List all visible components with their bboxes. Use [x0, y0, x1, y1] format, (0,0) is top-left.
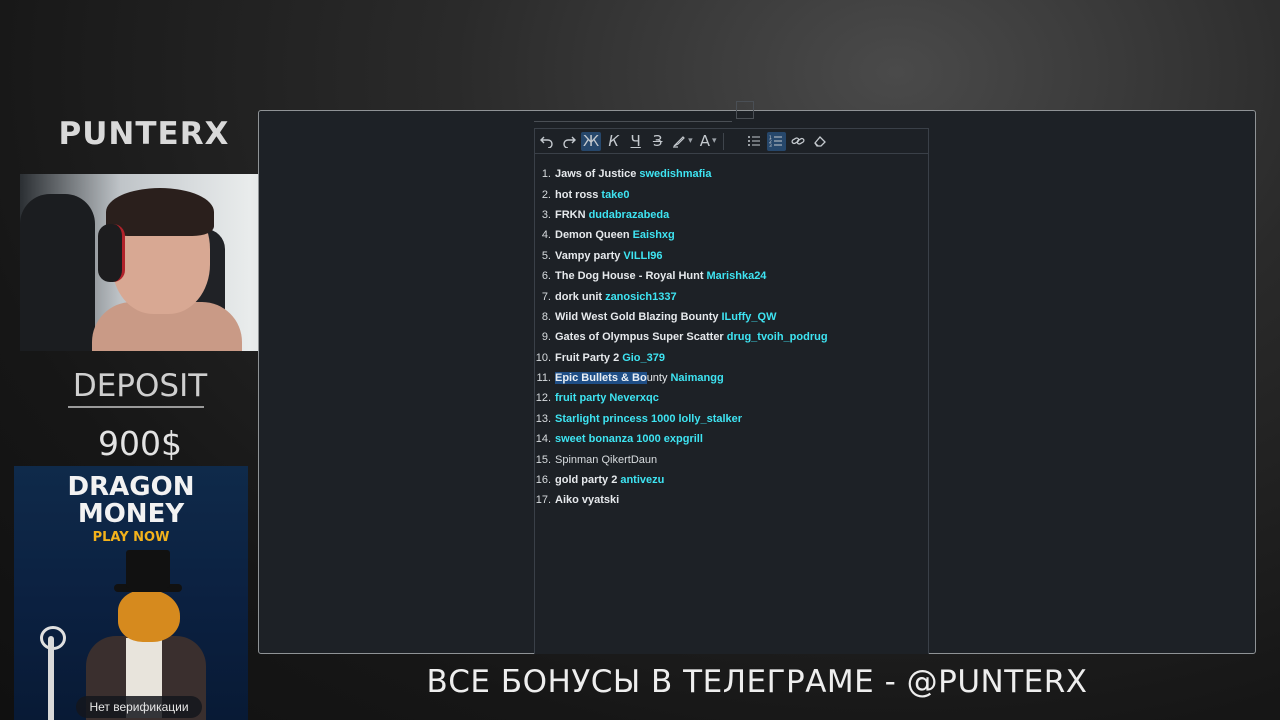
rich-text-editor[interactable]: Ж К Ч З ▾ A ▾ 123 1. Jaws of Justice swedi…: [534, 128, 929, 654]
list-item[interactable]: 8. Wild West Gold Blazing Bounty ILuffy_QW: [535, 307, 928, 327]
list-item[interactable]: 7. dork unit zanosich1337: [535, 286, 928, 306]
chevron-down-icon: ▾: [711, 136, 717, 146]
list-item[interactable]: 5. Vampy party VILLI96: [535, 246, 928, 266]
list-item[interactable]: 4. Demon Queen Eaishxg: [535, 225, 928, 245]
dragon-money-ad[interactable]: DRAGON MONEY PLAY NOW Нет верификации: [14, 466, 248, 720]
list-item[interactable]: 13. Starlight princess 1000 lolly_stalker: [535, 409, 928, 429]
eraser-icon[interactable]: [811, 132, 830, 151]
text-selection[interactable]: Epic Bullets & Bo: [555, 372, 647, 385]
ordered-list[interactable]: 1. Jaws of Justice swedishmafia 2. hot ross…: [535, 164, 928, 511]
list-item[interactable]: 9. Gates of Olympus Super Scatter drug_tvo…: [535, 327, 928, 347]
numbered-list-icon[interactable]: 123: [766, 131, 786, 151]
deposit-label: DEPOSIT: [72, 368, 208, 404]
deposit-amount: 900$: [98, 424, 182, 463]
top-hat-icon: [126, 550, 170, 588]
brush-icon: [673, 136, 686, 148]
ad-title-line1: DRAGON: [67, 472, 195, 502]
link-icon[interactable]: [789, 132, 808, 151]
bold-button[interactable]: Ж: [581, 131, 602, 151]
text-color-button[interactable]: A ▾: [698, 132, 719, 151]
svg-text:3: 3: [769, 143, 772, 148]
dragon-head-icon: [118, 590, 180, 642]
list-item[interactable]: 14. sweet bonanza 1000 expgrill: [535, 429, 928, 449]
list-item[interactable]: 6. The Dog House - Royal Hunt Marishka24: [535, 266, 928, 286]
list-item[interactable]: 12. fruit party Neverxqc: [535, 388, 928, 408]
bullet-list-icon[interactable]: [745, 132, 764, 151]
list-item[interactable]: 10. Fruit Party 2 Gio_379: [535, 348, 928, 368]
chevron-down-icon: ▾: [688, 136, 693, 146]
italic-button[interactable]: К: [604, 132, 623, 151]
list-item[interactable]: 2. hot ross take0: [535, 184, 928, 204]
list-item-selected[interactable]: 11. Epic Bullets & Bo unty Naimangg: [535, 368, 928, 388]
underline-button[interactable]: Ч: [626, 132, 645, 151]
list-item[interactable]: 17. Aiko vyatski: [535, 490, 928, 510]
cut-off-input[interactable]: [534, 101, 732, 122]
ad-cta[interactable]: PLAY NOW: [14, 530, 248, 545]
text-color-label: A: [699, 132, 710, 150]
toolbar-divider: [722, 132, 742, 150]
list-item[interactable]: 3. FRKN dudabrazabeda: [535, 205, 928, 225]
cut-off-button[interactable]: [736, 101, 754, 119]
list-item[interactable]: 16. gold party 2 antivezu: [535, 470, 928, 490]
brand-name: PUNTERX: [58, 116, 230, 152]
deposit-underline: [68, 406, 204, 408]
strikethrough-button[interactable]: З: [648, 132, 667, 151]
undo-icon[interactable]: [537, 132, 556, 151]
ad-title-line2: MONEY: [77, 499, 185, 529]
highlight-color-button[interactable]: ▾: [670, 132, 695, 151]
redo-icon[interactable]: [559, 132, 578, 151]
list-item[interactable]: 15. Spinman QikertDaun: [535, 449, 928, 469]
ad-badge: Нет верификации: [76, 696, 202, 718]
telegram-banner: ВСЕ БОНУСЫ В ТЕЛЕГРАМЕ - @PUNTERX: [426, 664, 1088, 700]
ad-title: DRAGON MONEY: [14, 474, 248, 528]
editor-toolbar: Ж К Ч З ▾ A ▾ 123: [535, 129, 928, 154]
list-item[interactable]: 1. Jaws of Justice swedishmafia: [535, 164, 928, 184]
